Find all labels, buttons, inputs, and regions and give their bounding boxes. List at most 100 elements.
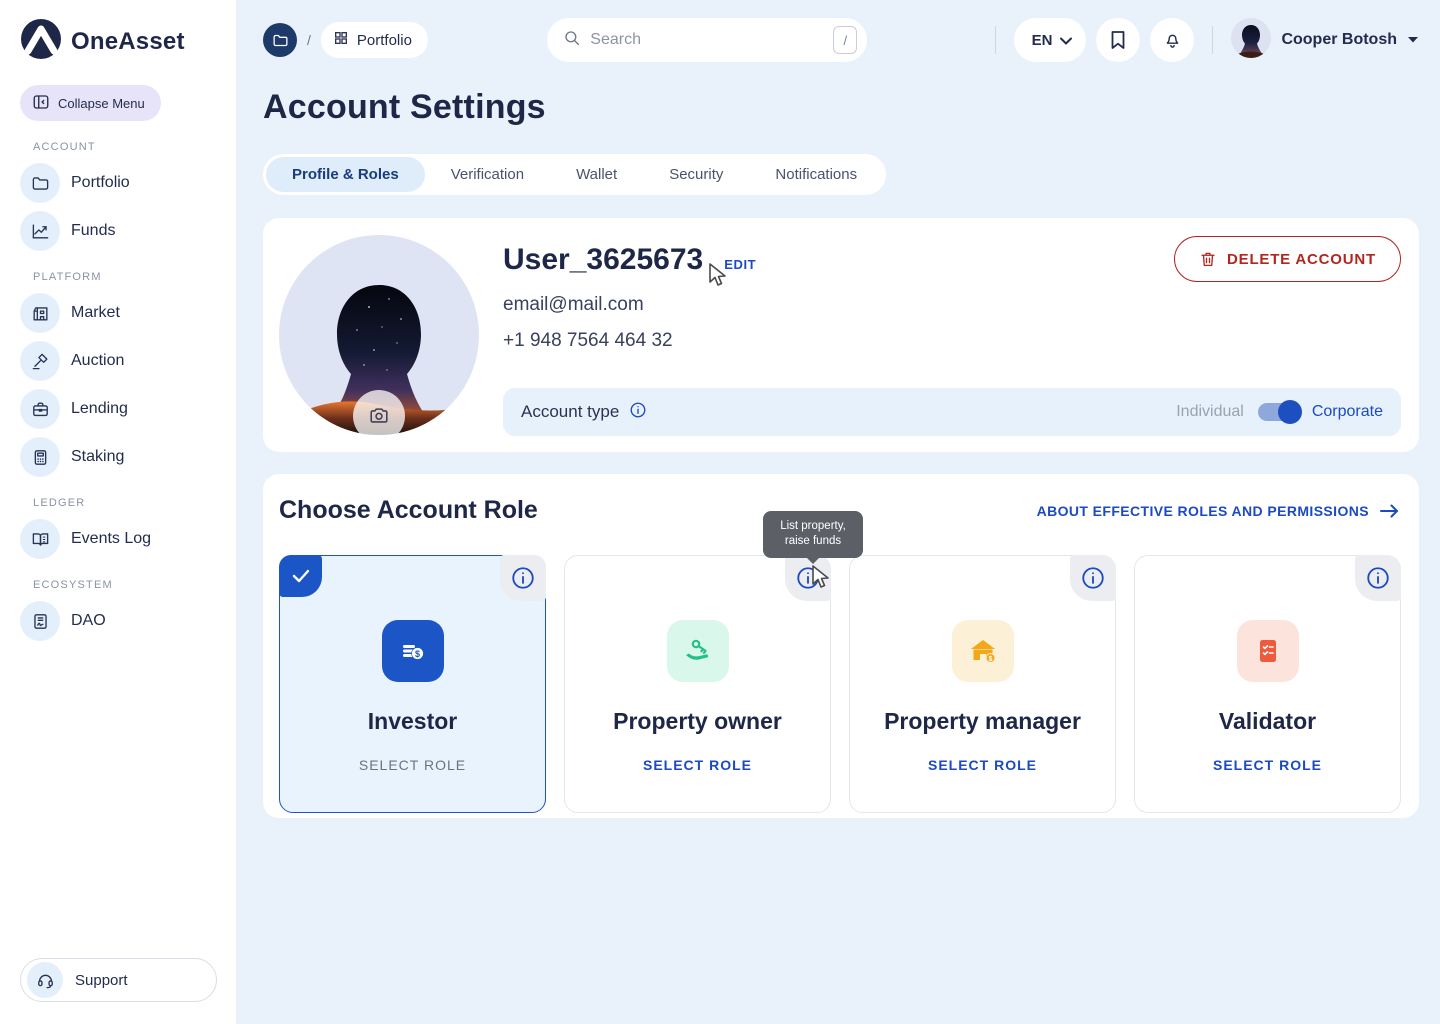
collapse-menu-label: Collapse Menu [58,96,145,111]
sidebar-item-label: Funds [71,222,115,240]
search-shortcut-badge: / [833,26,857,54]
bookmark-button[interactable] [1096,18,1140,62]
hand-key-icon [667,620,729,682]
grid-icon [333,30,349,50]
language-code: EN [1032,32,1053,49]
user-name: Cooper Botosh [1281,31,1397,49]
info-icon [1365,565,1391,591]
support-label: Support [75,972,128,989]
divider [995,26,996,54]
collapse-menu-button[interactable]: Collapse Menu [20,85,161,121]
sidebar-item-lending[interactable]: Lending [20,389,216,429]
tab-profile-roles[interactable]: Profile & Roles [266,157,425,192]
folder-icon [20,163,60,203]
sidebar-item-portfolio[interactable]: Portfolio [20,163,216,203]
headset-icon [27,962,63,998]
sidebar-item-label: Lending [71,400,128,418]
role-card-property-owner[interactable]: Property owner SELECT ROLE [564,555,831,813]
profile-phone: +1 948 7564 464 32 [503,330,1401,352]
chevron-down-icon [1407,31,1419,49]
delete-account-label: DELETE ACCOUNT [1227,251,1376,268]
chart-icon [20,211,60,251]
delete-account-button[interactable]: DELETE ACCOUNT [1174,236,1401,282]
tooltip-line1: List property, [769,519,857,534]
roles-grid: $ Investor SELECT ROLE [279,555,1401,813]
sidebar-item-label: Portfolio [71,174,130,192]
search-box[interactable]: / [547,18,867,62]
role-info-button[interactable] [1070,555,1116,601]
section-label-ecosystem: ECOSYSTEM [33,579,216,591]
edit-profile-button[interactable]: EDIT [724,257,756,272]
section-label-platform: PLATFORM [33,271,216,283]
about-roles-link[interactable]: ABOUT EFFECTIVE ROLES AND PERMISSIONS [1037,503,1399,519]
language-selector[interactable]: EN [1014,18,1087,62]
role-name: Validator [1219,708,1316,735]
info-icon[interactable] [629,401,647,424]
sidebar-item-funds[interactable]: Funds [20,211,216,251]
collapse-icon [32,93,50,114]
select-role-button[interactable]: SELECT ROLE [928,757,1037,773]
avatar [1231,18,1271,63]
camera-icon [368,405,390,427]
tab-security[interactable]: Security [643,157,749,192]
breadcrumb-home-folder-icon[interactable] [263,23,297,57]
support-button[interactable]: Support [20,958,217,1002]
select-role-button[interactable]: SELECT ROLE [1213,757,1322,773]
role-card-property-manager[interactable]: $ Property manager SELECT ROLE [849,555,1116,813]
notifications-button[interactable] [1150,18,1194,62]
role-card-validator[interactable]: Validator SELECT ROLE [1134,555,1401,813]
sidebar-item-auction[interactable]: Auction [20,341,216,381]
role-name: Investor [368,708,457,735]
oneasset-logo-icon [20,18,62,65]
account-type-label: Account type [521,402,619,422]
roles-title: Choose Account Role [279,496,538,525]
role-tooltip: List property, raise funds [763,511,863,558]
role-name: Property manager [884,708,1081,735]
info-icon [510,565,536,591]
arrow-right-icon [1379,504,1399,518]
selected-check-badge [279,555,322,597]
section-label-account: ACCOUNT [33,141,216,153]
tab-wallet[interactable]: Wallet [550,157,643,192]
page-title: Account Settings [263,88,1419,127]
info-icon [1080,565,1106,591]
sidebar-item-dao[interactable]: DAO [20,601,216,641]
sidebar-item-staking[interactable]: Staking [20,437,216,477]
account-type-corporate-label: Corporate [1312,403,1383,421]
select-role-button[interactable]: SELECT ROLE [359,757,466,773]
search-input[interactable] [590,31,824,49]
svg-text:$: $ [988,656,992,663]
sidebar-item-label: DAO [71,612,106,630]
sidebar-item-label: Staking [71,448,124,466]
breadcrumb-item-portfolio[interactable]: Portfolio [321,22,428,58]
brand-logo: OneAsset [20,18,216,65]
role-name: Property owner [613,708,782,735]
role-card-investor[interactable]: $ Investor SELECT ROLE [279,555,546,813]
tooltip-line2: raise funds [769,534,857,549]
brand-name: OneAsset [71,28,185,56]
search-icon [563,29,581,52]
account-type-toggle[interactable] [1258,403,1298,421]
role-info-button[interactable] [1355,555,1401,601]
about-roles-label: ABOUT EFFECTIVE ROLES AND PERMISSIONS [1037,503,1369,519]
briefcase-icon [20,389,60,429]
sidebar-item-market[interactable]: Market [20,293,216,333]
profile-avatar [279,235,479,435]
bookmark-icon [1109,30,1127,50]
tab-verification[interactable]: Verification [425,157,550,192]
tab-notifications[interactable]: Notifications [749,157,883,192]
coins-icon: $ [382,620,444,682]
storefront-icon [20,293,60,333]
breadcrumb-separator: / [307,32,311,48]
main-content: / Portfolio / [237,0,1440,1024]
sidebar-item-events-log[interactable]: Events Log [20,519,216,559]
contract-icon [20,601,60,641]
topbar: / Portfolio / [263,18,1419,62]
change-photo-button[interactable] [353,390,405,442]
trash-icon [1199,250,1217,268]
breadcrumb: / Portfolio [263,22,428,58]
divider [1212,26,1213,54]
select-role-button[interactable]: SELECT ROLE [643,757,752,773]
role-info-button[interactable] [500,555,546,601]
user-menu[interactable]: Cooper Botosh [1231,18,1419,63]
